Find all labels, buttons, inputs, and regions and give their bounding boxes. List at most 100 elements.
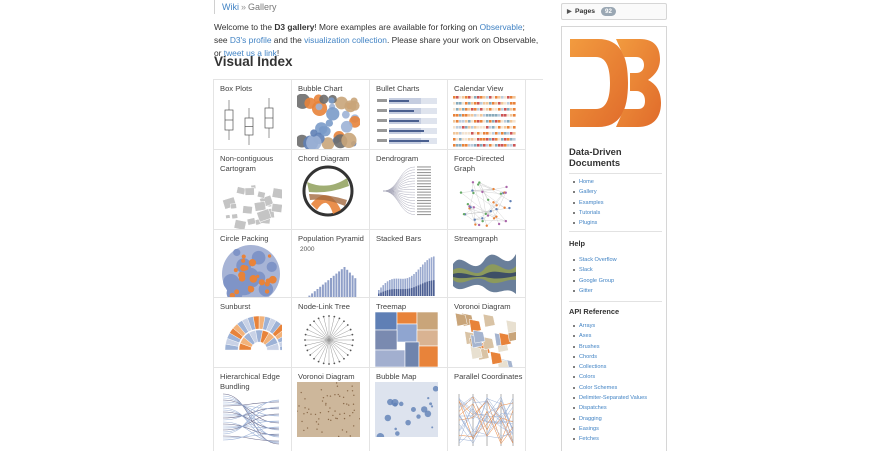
sidebar-link-dispatches[interactable]: Dispatches [573, 403, 647, 413]
sidebar-link-tutorials[interactable]: Tutorials [573, 208, 604, 218]
gallery-item-label: Calendar View [454, 84, 504, 93]
calendar-thumbnail-graphic [453, 96, 516, 147]
box-thumbnail-graphic [224, 98, 274, 145]
gallery-thumbnail[interactable] [297, 94, 360, 149]
observable-link[interactable]: Observable [480, 22, 523, 32]
intro-text-2: ! More examples are available for forkin… [314, 22, 480, 32]
gallery-item-dendrogram[interactable]: Dendrogram [370, 150, 448, 230]
gallery-item-box[interactable]: Box Plots [214, 80, 292, 150]
sidebar-link-delimiter-separated-values[interactable]: Delimiter-Separated Values [573, 393, 647, 403]
treemap-thumbnail-graphic [375, 312, 438, 367]
gallery-item-label: Treemap [376, 302, 407, 311]
gallery-item-bubble[interactable]: Bubble Chart [292, 80, 370, 150]
pages-count-badge: 92 [601, 7, 616, 16]
gallery-thumbnail[interactable] [453, 312, 516, 367]
d3-profile-link[interactable]: D3's profile [230, 35, 272, 45]
gallery-item-pack[interactable]: Circle Packing [214, 230, 292, 298]
voronoi-thumbnail-graphic [454, 312, 516, 367]
sidebar-link-collections[interactable]: Collections [573, 362, 647, 372]
sidebar-link-examples[interactable]: Examples [573, 198, 604, 208]
gallery-item-treemap[interactable]: Treemap [370, 298, 448, 368]
gallery-thumbnail[interactable] [375, 164, 438, 219]
gallery-thumbnail[interactable] [219, 94, 282, 149]
breadcrumb-rule [214, 0, 215, 14]
gallery-item-bundling[interactable]: Hierarchical Edge Bundling [214, 368, 292, 451]
gallery-item-label: Stacked Bars [376, 234, 422, 243]
sidebar-link-axes[interactable]: Axes [573, 331, 647, 341]
gallery-item-pyramid[interactable]: Population Pyramid 2000 [292, 230, 370, 298]
gallery-item-chord[interactable]: Chord Diagram [292, 150, 370, 230]
sidebar-link-dragging[interactable]: Dragging [573, 414, 647, 424]
gallery-thumbnail[interactable] [375, 382, 438, 437]
gallery-thumbnail[interactable] [219, 174, 282, 229]
gallery-thumbnail[interactable] [297, 164, 360, 219]
chord-thumbnail-graphic [302, 165, 354, 217]
gallery-item-force[interactable]: Force-Directed Graph [448, 150, 526, 230]
gallery-thumbnail[interactable] [297, 254, 360, 297]
cartogram-thumbnail-graphic [222, 184, 282, 229]
gallery-item-voronoi2[interactable]: Voronoi Diagram [292, 368, 370, 451]
sidebar-link-color-schemes[interactable]: Color Schemes [573, 383, 647, 393]
sunburst-thumbnail-graphic [224, 315, 282, 351]
gallery-item-bubblemap[interactable]: Bubble Map [370, 368, 448, 451]
gallery-item-cartogram[interactable]: Non-contiguous Cartogram [214, 150, 292, 230]
sidebar-link-arrays[interactable]: Arrays [573, 321, 647, 331]
d3-logo-icon [570, 39, 661, 127]
visualization-collection-link[interactable]: visualization collection [304, 35, 387, 45]
sidebar-divider [569, 301, 662, 302]
sidebar-link-plugins[interactable]: Plugins [573, 218, 604, 228]
gallery-item-label: Force-Directed Graph [454, 154, 505, 173]
api-reference-list: Arrays Axes Brushes Chords Collections Colors… [573, 321, 647, 445]
gallery-thumbnail[interactable] [453, 392, 516, 447]
gallery-item-calendar[interactable]: Calendar View [448, 80, 526, 150]
stacked-thumbnail-graphic [378, 256, 435, 296]
gallery-item-label: Voronoi Diagram [298, 372, 355, 381]
triangle-right-icon: ▶ [567, 9, 572, 15]
tree-thumbnail-graphic [304, 315, 354, 365]
sidebar-link-home[interactable]: Home [573, 177, 604, 187]
sidebar-link-easings[interactable]: Easings [573, 424, 647, 434]
intro-text-4: and the [271, 35, 305, 45]
breadcrumb-wiki-link[interactable]: Wiki [222, 2, 239, 12]
gallery-thumbnail[interactable] [375, 244, 438, 297]
gallery-thumbnail[interactable] [219, 244, 282, 297]
gallery-item-parallel[interactable]: Parallel Coordinates [448, 368, 526, 451]
api-reference-heading: API Reference [569, 307, 620, 316]
sidebar-link-fetches[interactable]: Fetches [573, 434, 647, 444]
sidebar-link-google-group[interactable]: Google Group [573, 276, 617, 286]
gallery-thumbnail[interactable] [297, 312, 360, 367]
sidebar-link-stack-overflow[interactable]: Stack Overflow [573, 255, 617, 265]
gallery-thumbnail[interactable] [375, 312, 438, 367]
gallery-thumbnail[interactable] [375, 94, 438, 149]
sidebar-link-gitter[interactable]: Gitter [573, 286, 617, 296]
d3-logo[interactable] [568, 35, 661, 131]
gallery-item-label: Bullet Charts [376, 84, 420, 93]
gallery-thumbnail[interactable] [219, 392, 282, 447]
gallery-item-voronoi[interactable]: Voronoi Diagram [448, 298, 526, 368]
intro-bold-gallery: D3 gallery [274, 22, 315, 32]
gallery-item-label: Parallel Coordinates [454, 372, 523, 381]
sidebar-link-colors[interactable]: Colors [573, 372, 647, 382]
gallery-item-bullet[interactable]: Bullet Charts [370, 80, 448, 150]
gallery-item-label: Bubble Chart [298, 84, 343, 93]
gallery-item-label: Non-contiguous Cartogram [220, 154, 274, 173]
pages-toggle[interactable]: ▶ Pages 92 [561, 3, 667, 20]
gallery-thumbnail[interactable] [219, 312, 282, 367]
gallery-thumbnail[interactable] [453, 244, 516, 297]
gallery-thumbnail[interactable] [453, 174, 516, 229]
gallery-item-stream[interactable]: Streamgraph [448, 230, 526, 298]
force-thumbnail-graphic [459, 181, 512, 227]
gallery-item-stacked[interactable]: Stacked Bars [370, 230, 448, 298]
sidebar-link-brushes[interactable]: Brushes [573, 342, 647, 352]
sidebar-title: Data-Driven Documents [569, 146, 622, 168]
dendrogram-thumbnail-graphic [382, 166, 431, 216]
gallery-thumbnail[interactable] [453, 94, 516, 149]
gallery-thumbnail[interactable] [297, 382, 360, 437]
sidebar-link-gallery[interactable]: Gallery [573, 187, 604, 197]
pages-label: Pages [575, 8, 596, 15]
gallery-item-tree[interactable]: Node-Link Tree [292, 298, 370, 368]
gallery-item-sunburst[interactable]: Sunburst [214, 298, 292, 368]
sidebar-link-chords[interactable]: Chords [573, 352, 647, 362]
sidebar-link-slack[interactable]: Slack [573, 265, 617, 275]
gallery-item-label: Dendrogram [376, 154, 419, 163]
